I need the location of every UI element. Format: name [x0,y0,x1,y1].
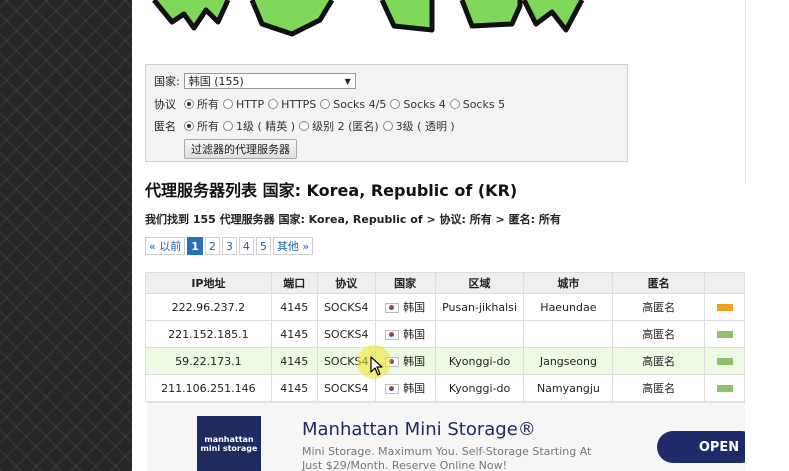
country-select[interactable]: 韩国 (155) ▼ [183,73,356,89]
country-cell: 韩国 [374,320,436,348]
pager-page-5[interactable]: 5 [255,237,271,255]
page-title: 代理服务器列表 国家: Korea, Republic of (KR) [145,181,518,200]
ip-cell: 59.22.173.1 [145,347,272,375]
protocol-cell: SOCKS4 [316,320,376,348]
anonymity-cell: 高匿名 [612,347,706,375]
protocol-cell: SOCKS4 [316,293,376,321]
korea-flag-icon [385,303,400,313]
port-cell: 4145 [270,293,318,321]
radio-icon [390,99,401,109]
protocol-option-http[interactable]: HTTP [219,98,264,111]
protocol-cell: SOCKS4 [316,374,376,402]
col-header-protocol[interactable]: 协议 [316,272,376,294]
col-header-region[interactable]: 区域 [434,272,525,294]
radio-icon [299,121,310,131]
speed-bar [716,358,733,365]
ip-cell: 211.106.251.146 [145,374,272,402]
pager-prev[interactable]: « 以前 [145,237,186,255]
advertisement-banner[interactable]: manhattan mini storage Manhattan Mini St… [147,402,745,471]
protocol-option-socks5[interactable]: Socks 5 [446,98,505,111]
protocol-option-all[interactable]: 所有 [180,96,219,112]
proxy-table: IP地址 端口 协议 国家 区域 城市 匿名 222.96.237.2 4145… [145,272,745,402]
table-row[interactable]: 211.106.251.146 4145 SOCKS4 韩国 Kyonggi-d… [145,374,745,402]
korea-flag-icon [385,384,400,394]
col-header-country[interactable]: 国家 [374,272,436,294]
country-cell: 韩国 [374,374,436,402]
ip-cell: 222.96.237.2 [145,293,272,321]
ad-title[interactable]: Manhattan Mini Storage® [302,419,536,440]
pagination: « 以前 1 2 3 4 5 其他 » [145,237,314,255]
radio-icon [184,99,194,109]
anon-option-transparent[interactable]: 3级 ( 透明 ) [379,118,455,134]
korea-flag-icon [385,330,400,340]
region-cell: Kyonggi-do [434,347,525,375]
radio-icon [184,121,194,131]
main-content: 国家: 韩国 (155) ▼ 协议 所有 HTTP HTTPS Socks 4/… [132,0,745,471]
port-cell: 4145 [270,347,318,375]
speed-bar [716,331,733,338]
port-cell: 4145 [270,374,318,402]
city-cell: Namyangju [523,374,614,402]
col-header-speed [704,272,745,294]
radio-icon [320,99,331,109]
pager-page-3[interactable]: 3 [221,237,237,255]
anonymity-cell: 高匿名 [612,293,706,321]
region-cell: Kyonggi-do [434,374,525,402]
anon-option-elite[interactable]: 1级 ( 精英 ) [219,118,295,134]
anonymity-cell: 高匿名 [612,320,706,348]
country-cell: 韩国 [374,293,436,321]
col-header-ip[interactable]: IP地址 [145,272,272,294]
table-row[interactable]: 221.152.185.1 4145 SOCKS4 韩国 高匿名 [145,320,745,348]
speed-cell [704,347,745,375]
proxy-filter-form: 国家: 韩国 (155) ▼ 协议 所有 HTTP HTTPS Socks 4/… [145,64,628,162]
radio-icon [223,99,233,109]
speed-cell [704,320,745,348]
ip-cell: 221.152.185.1 [145,320,272,348]
mouse-pointer-icon [370,356,383,376]
protocol-option-socks45[interactable]: Socks 4/5 [316,98,386,111]
filter-submit-button[interactable]: 过滤器的代理服务器 [184,139,297,159]
right-sidebar [745,0,789,471]
city-cell [523,320,614,348]
result-summary: 我们找到 155 代理服务器 国家: Korea, Republic of > … [145,213,561,226]
table-header-row: IP地址 端口 协议 国家 区域 城市 匿名 [145,272,745,294]
radio-icon [382,121,393,131]
ad-open-button[interactable]: OPEN [657,431,745,463]
left-background [0,0,132,471]
advertiser-logo[interactable]: manhattan mini storage [197,416,261,471]
port-cell: 4145 [270,320,318,348]
country-label: 国家: [154,75,180,88]
anonymity-label: 匿名 [154,120,176,133]
anonymity-cell: 高匿名 [612,374,706,402]
col-header-city[interactable]: 城市 [523,272,614,294]
city-cell: Jangseong [523,347,614,375]
protocol-option-https[interactable]: HTTPS [264,98,316,111]
speed-bar [716,385,733,392]
pager-page-1[interactable]: 1 [187,237,203,255]
city-cell: Haeundae [523,293,614,321]
region-cell [434,320,525,348]
protocol-label: 协议 [154,98,176,111]
pager-page-2[interactable]: 2 [204,237,220,255]
ad-description: Mini Storage. Maximum You. Self-Storage … [302,445,592,471]
table-row[interactable]: 222.96.237.2 4145 SOCKS4 韩国 Pusan-jikhal… [145,293,745,321]
radio-icon [449,99,460,109]
col-header-anonymity[interactable]: 匿名 [612,272,706,294]
pager-page-4[interactable]: 4 [238,237,254,255]
radio-icon [268,99,279,109]
speed-cell [704,374,745,402]
table-row[interactable]: 59.22.173.1 4145 SOCKS4 韩国 Kyonggi-do Ja… [145,347,745,375]
dropdown-arrow-icon: ▼ [344,76,351,86]
col-header-port[interactable]: 端口 [270,272,318,294]
speed-bar [716,304,733,311]
anon-option-all[interactable]: 所有 [180,118,219,134]
speed-cell [704,293,745,321]
region-cell: Pusan-jikhalsi [434,293,525,321]
protocol-option-socks4[interactable]: Socks 4 [386,98,446,111]
radio-icon [223,121,233,131]
anon-option-anonymous[interactable]: 级别 2 (匿名) [295,118,379,134]
pager-next[interactable]: 其他 » [272,237,314,255]
site-banner-graphic [152,0,585,37]
